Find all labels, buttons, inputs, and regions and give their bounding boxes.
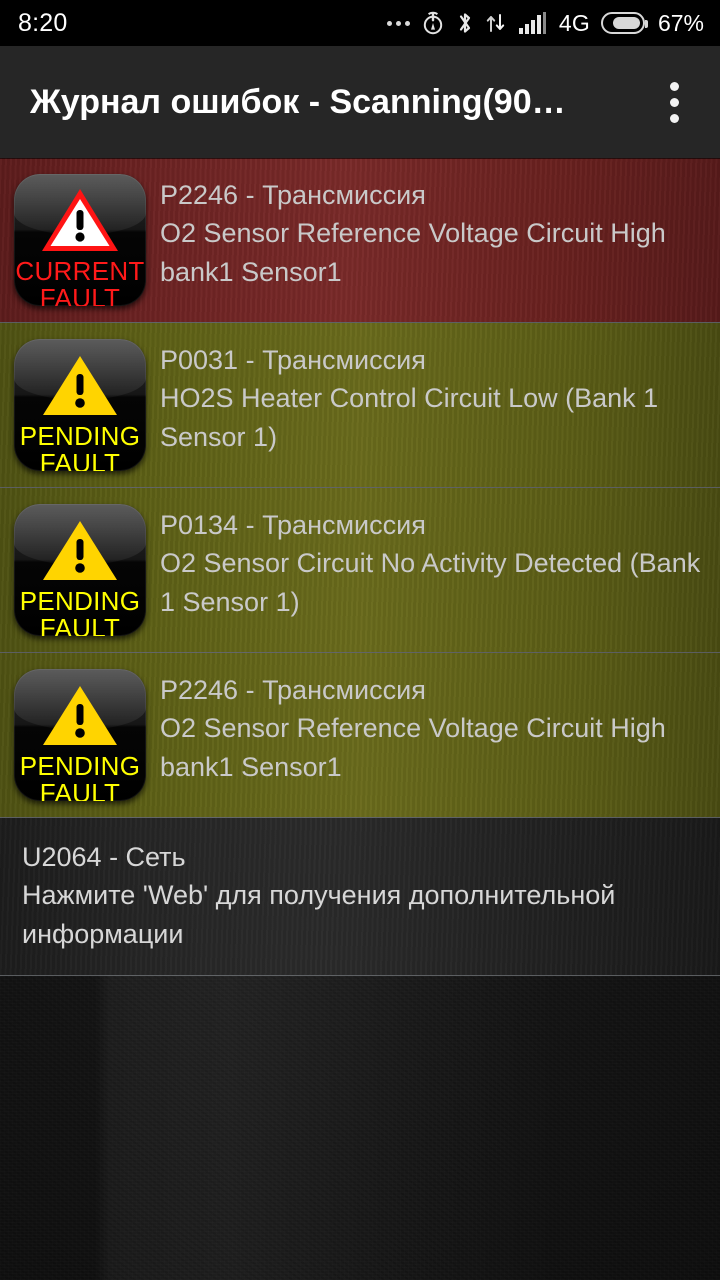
fault-description: O2 Sensor Reference Voltage Circuit High… <box>160 218 666 287</box>
list-item[interactable]: CURRENT FAULT P2246 - Трансмиссия O2 Sen… <box>0 158 720 323</box>
warning-triangle-icon <box>38 680 122 750</box>
info-description: Нажмите 'Web' для получения дополнительн… <box>22 880 616 949</box>
badge-line-1: CURRENT <box>15 256 145 286</box>
fault-description: O2 Sensor Circuit No Activity Detected (… <box>160 548 701 617</box>
fault-code: P0134 - Трансмиссия <box>160 510 426 540</box>
pending-fault-badge: PENDING FAULT <box>14 504 146 636</box>
pending-fault-badge: PENDING FAULT <box>14 669 146 801</box>
warning-triangle-icon <box>38 515 122 585</box>
fault-text-block: P2246 - Трансмиссия O2 Sensor Reference … <box>160 667 702 786</box>
warning-triangle-icon <box>38 350 122 420</box>
fault-text-block: P0031 - Трансмиссия HO2S Heater Control … <box>160 337 702 456</box>
badge-line-1: PENDING <box>19 421 141 451</box>
signal-bars-icon <box>518 10 548 36</box>
badge-line-2: FAULT <box>39 447 121 471</box>
info-text-block: U2064 - Сеть Нажмите 'Web' для получения… <box>22 834 702 953</box>
page-title: Журнал ошибок - Scanning(90… <box>30 82 566 121</box>
badge-text: PENDING FAULT <box>20 753 141 801</box>
status-bar-icons: 4G 67% <box>386 9 704 37</box>
status-bar-clock: 8:20 <box>18 8 68 37</box>
battery-percent-label: 67% <box>657 9 704 36</box>
battery-icon <box>600 12 648 34</box>
fault-code: P2246 - Трансмиссия <box>160 180 426 210</box>
bluetooth-icon <box>456 10 474 36</box>
badge-line-2: FAULT <box>39 282 121 306</box>
fault-log-list: CURRENT FAULT P2246 - Трансмиссия O2 Sen… <box>0 158 720 976</box>
app-screen: 8:20 4G 67% Журнал ошибок - Scanning(90…… <box>0 0 720 1280</box>
fault-code: P2246 - Трансмиссия <box>160 675 426 705</box>
fault-description: HO2S Heater Control Circuit Low (Bank 1 … <box>160 383 659 452</box>
list-item[interactable]: PENDING FAULT P0134 - Трансмиссия O2 Sen… <box>0 488 720 653</box>
more-dots-icon <box>386 20 410 26</box>
fault-description: O2 Sensor Reference Voltage Circuit High… <box>160 713 666 782</box>
status-bar: 8:20 4G 67% <box>0 0 720 46</box>
list-item-info[interactable]: U2064 - Сеть Нажмите 'Web' для получения… <box>0 818 720 976</box>
badge-line-2: FAULT <box>39 777 121 801</box>
info-code: U2064 - Сеть <box>22 842 186 872</box>
list-item[interactable]: PENDING FAULT P2246 - Трансмиссия O2 Sen… <box>0 653 720 818</box>
fault-text-block: P2246 - Трансмиссия O2 Sensor Reference … <box>160 172 702 291</box>
badge-text: PENDING FAULT <box>20 588 141 636</box>
fault-text-block: P0134 - Трансмиссия O2 Sensor Circuit No… <box>160 502 702 621</box>
list-item[interactable]: PENDING FAULT P0031 - Трансмиссия HO2S H… <box>0 323 720 488</box>
alarm-icon <box>421 10 445 36</box>
app-bar: Журнал ошибок - Scanning(90… <box>0 46 720 158</box>
warning-triangle-icon <box>38 185 122 255</box>
fault-code: P0031 - Трансмиссия <box>160 345 426 375</box>
current-fault-badge: CURRENT FAULT <box>14 174 146 306</box>
badge-line-2: FAULT <box>39 612 121 636</box>
badge-text: CURRENT FAULT <box>15 258 144 306</box>
badge-text: PENDING FAULT <box>20 423 141 471</box>
data-transfer-icon <box>485 10 507 36</box>
network-type-label: 4G <box>558 9 590 36</box>
badge-line-1: PENDING <box>19 586 141 616</box>
overflow-menu-icon[interactable] <box>652 72 696 132</box>
pending-fault-badge: PENDING FAULT <box>14 339 146 471</box>
badge-line-1: PENDING <box>19 751 141 781</box>
